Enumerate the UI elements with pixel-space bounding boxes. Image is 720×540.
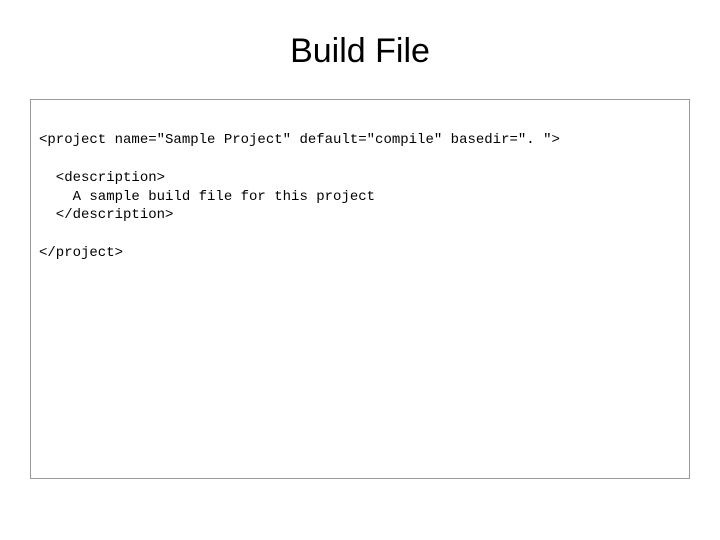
code-line: </project> xyxy=(39,245,123,261)
code-line: A sample build file for this project xyxy=(39,189,375,205)
code-line: <project name="Sample Project" default="… xyxy=(39,132,560,148)
code-block: <project name="Sample Project" default="… xyxy=(30,99,690,479)
code-line: </description> xyxy=(39,207,173,223)
code-line: <description> xyxy=(39,170,165,186)
page-title: Build File xyxy=(30,32,690,71)
